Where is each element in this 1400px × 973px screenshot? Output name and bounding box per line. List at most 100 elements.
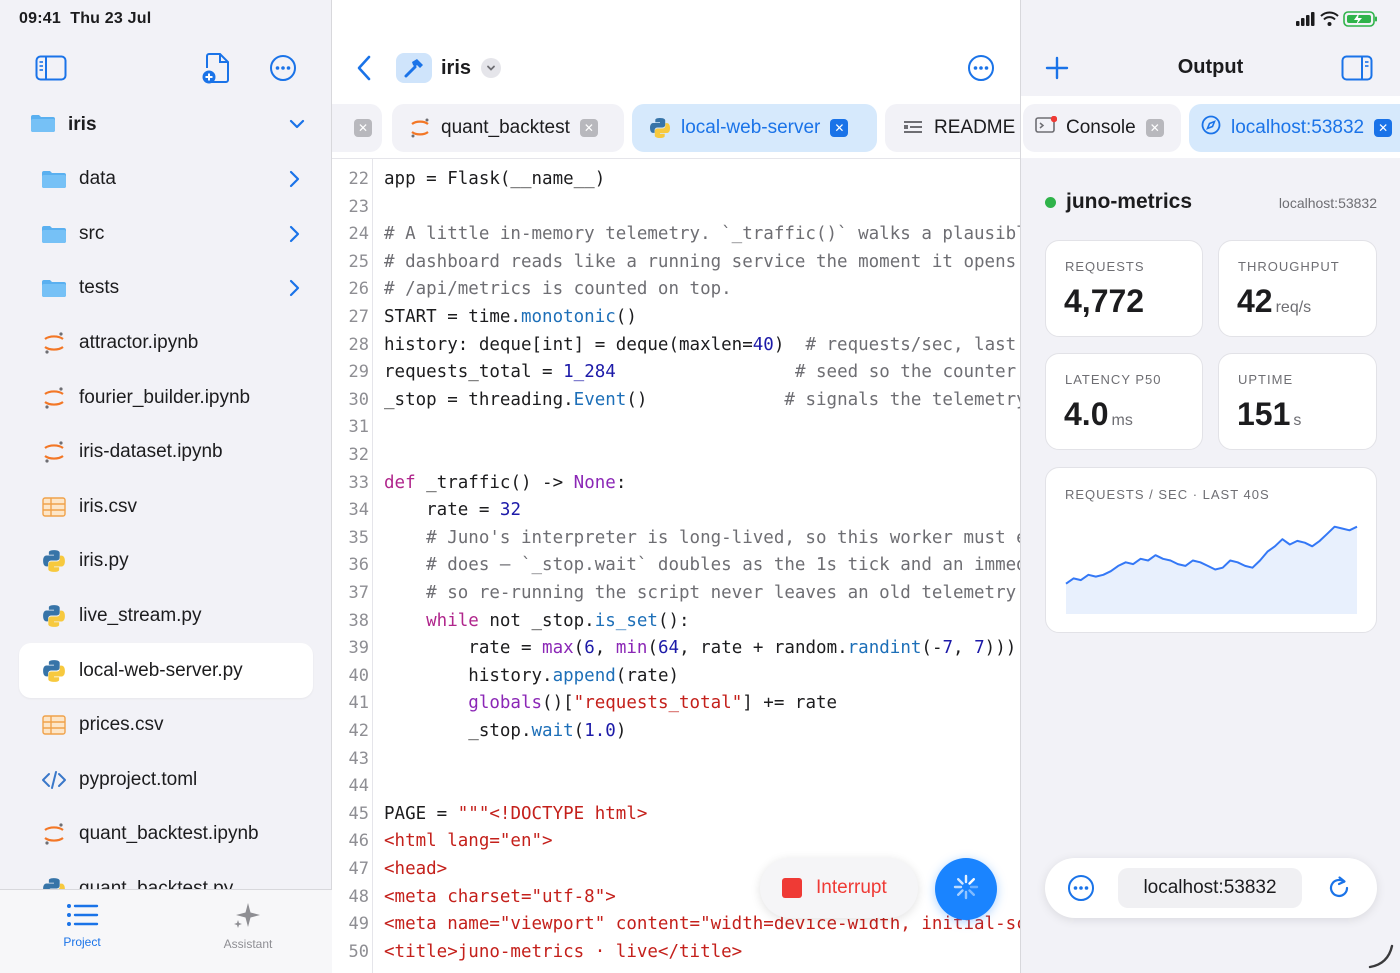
code-line: history.append(rate) bbox=[384, 665, 680, 686]
python-icon bbox=[648, 116, 672, 140]
editor-title-menu[interactable]: iris bbox=[396, 51, 502, 85]
code-line: <meta charset="utf-8"> bbox=[384, 886, 616, 907]
file-item-data[interactable]: data bbox=[19, 152, 313, 207]
requests-chart bbox=[1065, 525, 1358, 614]
file-item-prices-csv[interactable]: prices.csv bbox=[19, 698, 313, 753]
tab-localhost[interactable]: localhost:53832 ✕ bbox=[1189, 104, 1400, 152]
metric-unit: req/s bbox=[1275, 299, 1312, 316]
bottom-tab-bar: Project Assistant bbox=[0, 889, 332, 973]
tab-label: quant_backtest bbox=[441, 117, 570, 138]
line-number: 32 bbox=[348, 445, 369, 465]
app-header: juno-metrics localhost:53832 bbox=[1045, 188, 1377, 218]
interrupt-button[interactable]: Interrupt bbox=[760, 858, 918, 918]
requests-chart-card: REQUESTS / SEC · LAST 40S bbox=[1045, 467, 1377, 633]
code-line: # Juno's interpreter is long-lived, so t… bbox=[384, 527, 1021, 548]
code-line: # A little in-memory telemetry. `_traffi… bbox=[384, 224, 1021, 245]
file-item-iris-py[interactable]: iris.py bbox=[19, 534, 313, 589]
code-line: history: deque[int] = deque(maxlen=40) #… bbox=[384, 334, 1017, 355]
tab-readme[interactable]: README bbox=[885, 104, 1020, 152]
editor-title: iris bbox=[441, 56, 472, 79]
code-line: _stop = threading.Event() # signals the … bbox=[384, 389, 1021, 410]
metric-label: LATENCY P50 bbox=[1065, 372, 1162, 387]
file-item-attractor-ipynb[interactable]: attractor.ipynb bbox=[19, 316, 313, 371]
resize-handle[interactable] bbox=[1366, 940, 1396, 973]
code-line: START = time.monotonic() bbox=[384, 307, 637, 327]
file-item-iris-dataset-ipynb[interactable]: iris-dataset.ipynb bbox=[19, 425, 313, 480]
line-number: 38 bbox=[348, 610, 369, 631]
file-item-pyproject-toml[interactable]: pyproject.toml bbox=[19, 753, 313, 808]
folder-icon bbox=[41, 275, 67, 301]
more-icon[interactable] bbox=[1063, 870, 1099, 906]
folder-icon bbox=[41, 221, 67, 247]
file-item-quant-backtest-ipynb[interactable]: quant_backtest.ipynb bbox=[19, 807, 313, 862]
panel-toggle-icon[interactable] bbox=[1339, 50, 1375, 86]
chart-area bbox=[1066, 526, 1357, 614]
python-icon bbox=[41, 658, 67, 684]
file-name: iris-dataset.ipynb bbox=[79, 441, 223, 463]
metric-value: 4,772 bbox=[1064, 283, 1145, 319]
file-item-fourier-builder-ipynb[interactable]: fourier_builder.ipynb bbox=[19, 370, 313, 425]
close-icon[interactable]: ✕ bbox=[1374, 119, 1393, 137]
metric-card-throughput: THROUGHPUT 42 req/s bbox=[1218, 240, 1377, 337]
close-icon[interactable]: ✕ bbox=[579, 119, 598, 137]
code-line: <html lang="en"> bbox=[384, 831, 553, 852]
code-line: while not _stop.is_set(): bbox=[384, 610, 690, 631]
close-icon[interactable]: ✕ bbox=[1145, 119, 1164, 137]
tab-hidden[interactable]: ✕ bbox=[332, 104, 382, 152]
running-button[interactable] bbox=[935, 858, 997, 920]
line-number: 27 bbox=[348, 307, 369, 327]
metric-label: THROUGHPUT bbox=[1238, 259, 1340, 274]
line-number: 28 bbox=[348, 334, 369, 355]
close-icon[interactable]: ✕ bbox=[354, 119, 372, 137]
file-list-clip: iris data src tests attractor.ipynb fourier_… bbox=[0, 0, 332, 889]
table-icon bbox=[41, 494, 67, 520]
project-folder-row[interactable]: iris bbox=[30, 110, 310, 140]
line-number: 37 bbox=[348, 583, 369, 603]
tab-local-web-server[interactable]: local-web-server ✕ bbox=[632, 104, 877, 152]
sidebar: 09:41 Thu 23 Jul iris data src tests attrac… bbox=[0, 0, 332, 973]
line-number: 39 bbox=[348, 638, 369, 659]
tab-assistant[interactable]: Assistant bbox=[188, 902, 308, 951]
file-item-iris-csv[interactable]: iris.csv bbox=[19, 480, 313, 535]
back-icon[interactable] bbox=[347, 50, 383, 86]
metric-unit: ms bbox=[1111, 412, 1133, 429]
line-number: 44 bbox=[348, 776, 369, 797]
file-item-quant-backtest-py[interactable]: quant_backtest.py bbox=[19, 862, 313, 889]
stop-icon bbox=[782, 878, 802, 898]
markdown-icon bbox=[901, 116, 925, 140]
python-icon bbox=[41, 876, 67, 889]
hammer-icon bbox=[396, 53, 432, 83]
reload-icon[interactable] bbox=[1321, 870, 1357, 906]
line-number: 25 bbox=[348, 251, 369, 272]
terminal-icon bbox=[1035, 115, 1058, 140]
close-icon[interactable]: ✕ bbox=[830, 119, 849, 137]
code-editor[interactable]: 22 app = Flask(__name__) 23 24 # A little in… bbox=[332, 158, 1021, 973]
code-icon bbox=[41, 767, 67, 793]
line-number: 26 bbox=[348, 279, 369, 300]
chevron-down-icon[interactable] bbox=[288, 115, 306, 138]
code-line: # so re-running the script never leaves … bbox=[384, 583, 1021, 603]
file-name: pyproject.toml bbox=[79, 768, 198, 790]
code-line: <head> bbox=[384, 859, 448, 879]
url-field[interactable]: localhost:53832 bbox=[1118, 868, 1302, 908]
code-line: PAGE = """<!DOCTYPE html> bbox=[384, 803, 648, 824]
chevron-right-icon bbox=[287, 278, 301, 303]
file-item-local-web-server-py[interactable]: local-web-server.py bbox=[19, 643, 313, 698]
file-item-tests[interactable]: tests bbox=[19, 261, 313, 316]
tab-quant-backtest[interactable]: quant_backtest ✕ bbox=[392, 104, 624, 152]
file-item-live-stream-py[interactable]: live_stream.py bbox=[19, 589, 313, 644]
line-number: 36 bbox=[348, 555, 369, 576]
line-number: 24 bbox=[348, 224, 369, 245]
url-bar: localhost:53832 bbox=[1045, 858, 1377, 918]
code-line: # does — `_stop.wait` doubles as the 1s … bbox=[384, 555, 1021, 576]
table-icon bbox=[41, 712, 67, 738]
file-item-src[interactable]: src bbox=[19, 207, 313, 262]
tab-label: local-web-server bbox=[681, 117, 821, 138]
line-number: 34 bbox=[348, 500, 369, 521]
editor-more-icon[interactable] bbox=[963, 50, 999, 86]
tab-project[interactable]: Project bbox=[22, 902, 142, 949]
tab-console[interactable]: Console ✕ bbox=[1023, 104, 1181, 152]
metric-card-uptime: UPTIME 151 s bbox=[1218, 353, 1377, 450]
folder-icon bbox=[41, 166, 67, 192]
status-dot-icon bbox=[1045, 197, 1056, 208]
